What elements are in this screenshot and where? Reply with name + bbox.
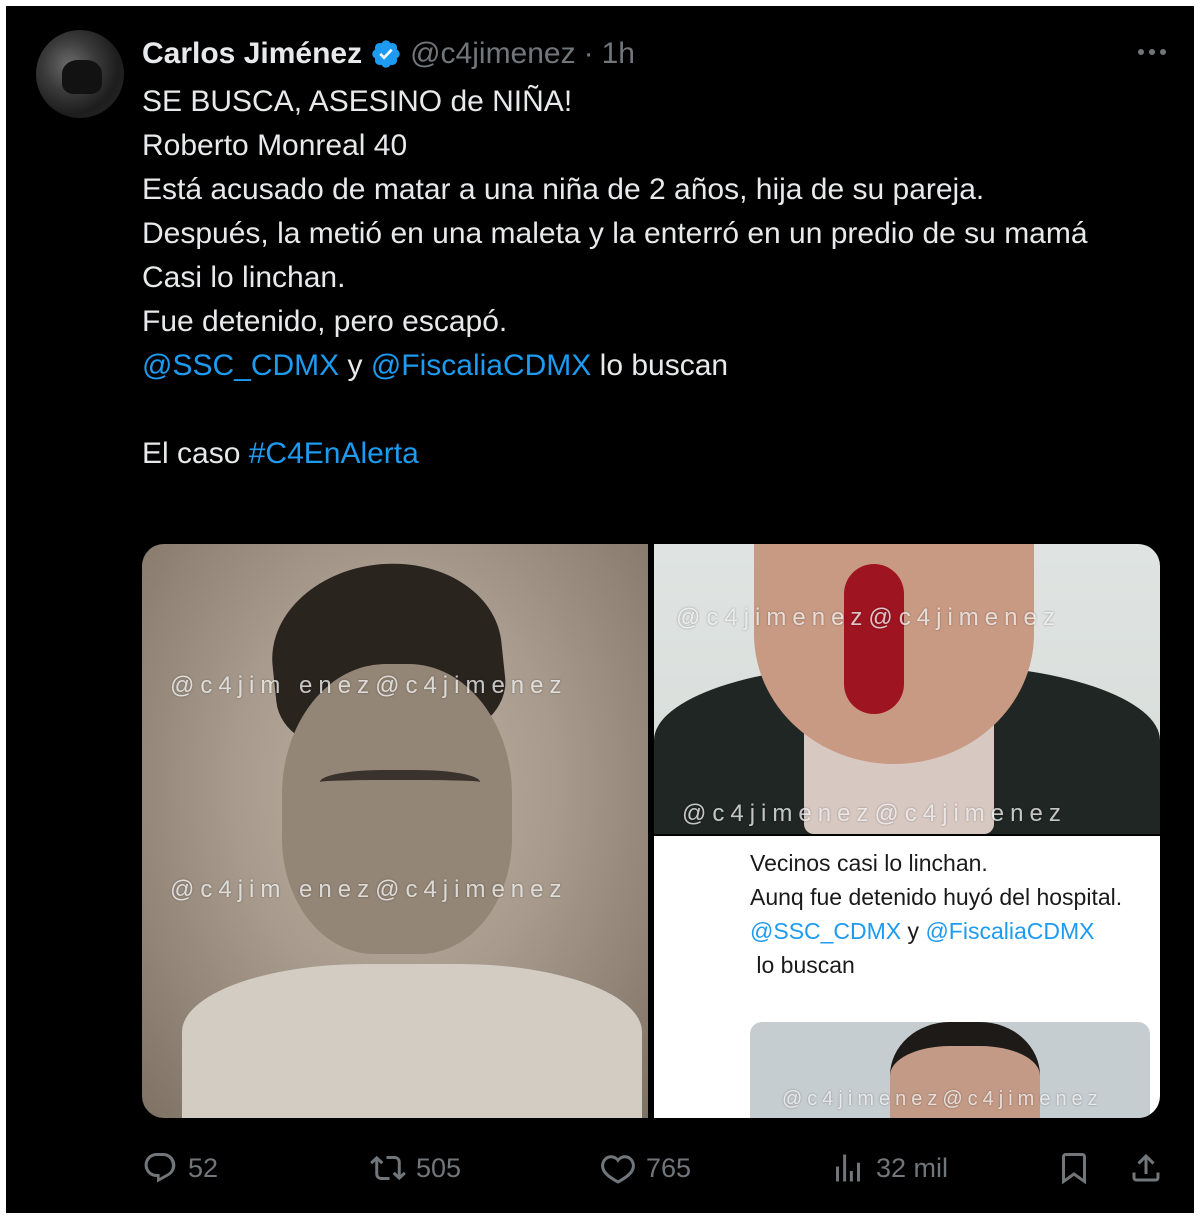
views-button[interactable]: 32 mil	[830, 1146, 948, 1190]
bookmark-icon	[1062, 1153, 1086, 1185]
watermark: @c4jimenez@c4jimenez	[782, 1088, 1103, 1110]
tweet-line: Está acusado de matar a una niña de 2 añ…	[142, 173, 985, 206]
heart-icon	[601, 1155, 635, 1184]
tweet-line: Casi lo linchan.	[142, 261, 346, 294]
watermark: @c4jimenez@c4jimenez	[676, 604, 1061, 631]
verified-badge-icon	[372, 40, 400, 68]
separator-dot: ·	[583, 37, 594, 70]
embedded-line: Aunq fue detenido huyó del hospital.	[750, 884, 1123, 910]
mention-fiscalia-cdmx[interactable]: @FiscaliaCDMX	[371, 349, 591, 382]
more-options-icon[interactable]	[1132, 36, 1172, 68]
case-line: El caso #C4EnAlerta	[142, 432, 1152, 476]
like-button[interactable]: 765	[600, 1146, 691, 1190]
share-button[interactable]	[1128, 1146, 1164, 1190]
reply-icon	[144, 1153, 176, 1183]
bookmark-button[interactable]	[1056, 1146, 1092, 1190]
mentions-line: @SSC_CDMX y @FiscaliaCDMX lo buscan	[142, 344, 1152, 388]
reply-count: 52	[188, 1152, 219, 1183]
action-bar: 52 505 765 32 mil	[142, 1146, 1162, 1190]
repost-count: 505	[416, 1152, 462, 1183]
watermark: @c4jimenez@c4jimenez	[682, 800, 1067, 827]
timestamp[interactable]: 1h	[602, 37, 635, 71]
photo-injured[interactable]: @c4jimenez@c4jimenez @c4jimenez@c4jimene…	[654, 544, 1160, 834]
embedded-mention-fiscalia: @FiscaliaCDMX	[925, 918, 1095, 944]
author-name[interactable]: Carlos Jiménez	[142, 37, 362, 71]
tweet-line: Roberto Monreal 40	[142, 129, 408, 162]
photo-screenshot[interactable]: Vecinos casi lo linchan. Aunq fue deteni…	[654, 836, 1160, 1118]
tweet-line: SE BUSCA, ASESINO de NIÑA!	[142, 85, 573, 118]
tweet-card: Carlos Jiménez @c4jimenez · 1h SE BUSCA,…	[6, 6, 1194, 1213]
media-grid: @c4jim enez@c4jimenez @c4jim enez@c4jime…	[142, 544, 1160, 1118]
connector-text: y	[339, 349, 371, 382]
case-prefix: El caso	[142, 437, 249, 470]
tweet-line: Fue detenido, pero escapó.	[142, 305, 508, 338]
tweet-text: SE BUSCA, ASESINO de NIÑA! Roberto Monre…	[142, 80, 1152, 476]
embedded-suffix: lo buscan	[750, 952, 855, 978]
reply-button[interactable]: 52	[142, 1146, 218, 1190]
watermark: @c4jim enez@c4jimenez	[170, 876, 568, 903]
embedded-mentions: @SSC_CDMX y @FiscaliaCDMX lo buscan	[750, 914, 1140, 982]
repost-button[interactable]: 505	[370, 1146, 461, 1190]
like-count: 765	[646, 1152, 692, 1183]
embedded-tweet-text: Vecinos casi lo linchan. Aunq fue deteni…	[750, 846, 1140, 982]
avatar[interactable]	[36, 30, 124, 118]
mention-ssc-cdmx[interactable]: @SSC_CDMX	[142, 349, 339, 382]
embedded-mention-ssc: @SSC_CDMX	[750, 918, 902, 944]
mention-suffix: lo buscan	[591, 349, 729, 382]
embedded-connector: y	[901, 918, 926, 944]
share-icon	[1132, 1153, 1160, 1182]
views-icon	[836, 1154, 860, 1182]
embedded-line: Vecinos casi lo linchan.	[750, 850, 988, 876]
photo-portrait[interactable]: @c4jim enez@c4jimenez @c4jim enez@c4jime…	[142, 544, 648, 1118]
views-count: 32 mil	[876, 1152, 949, 1183]
tweet-header: Carlos Jiménez @c4jimenez · 1h	[142, 32, 635, 76]
watermark: @c4jim enez@c4jimenez	[170, 672, 568, 699]
repost-icon	[370, 1155, 406, 1181]
author-handle[interactable]: @c4jimenez	[410, 37, 576, 71]
tweet-line: Después, la metió en una maleta y la ent…	[142, 217, 1088, 250]
hashtag-link[interactable]: #C4EnAlerta	[249, 437, 419, 470]
